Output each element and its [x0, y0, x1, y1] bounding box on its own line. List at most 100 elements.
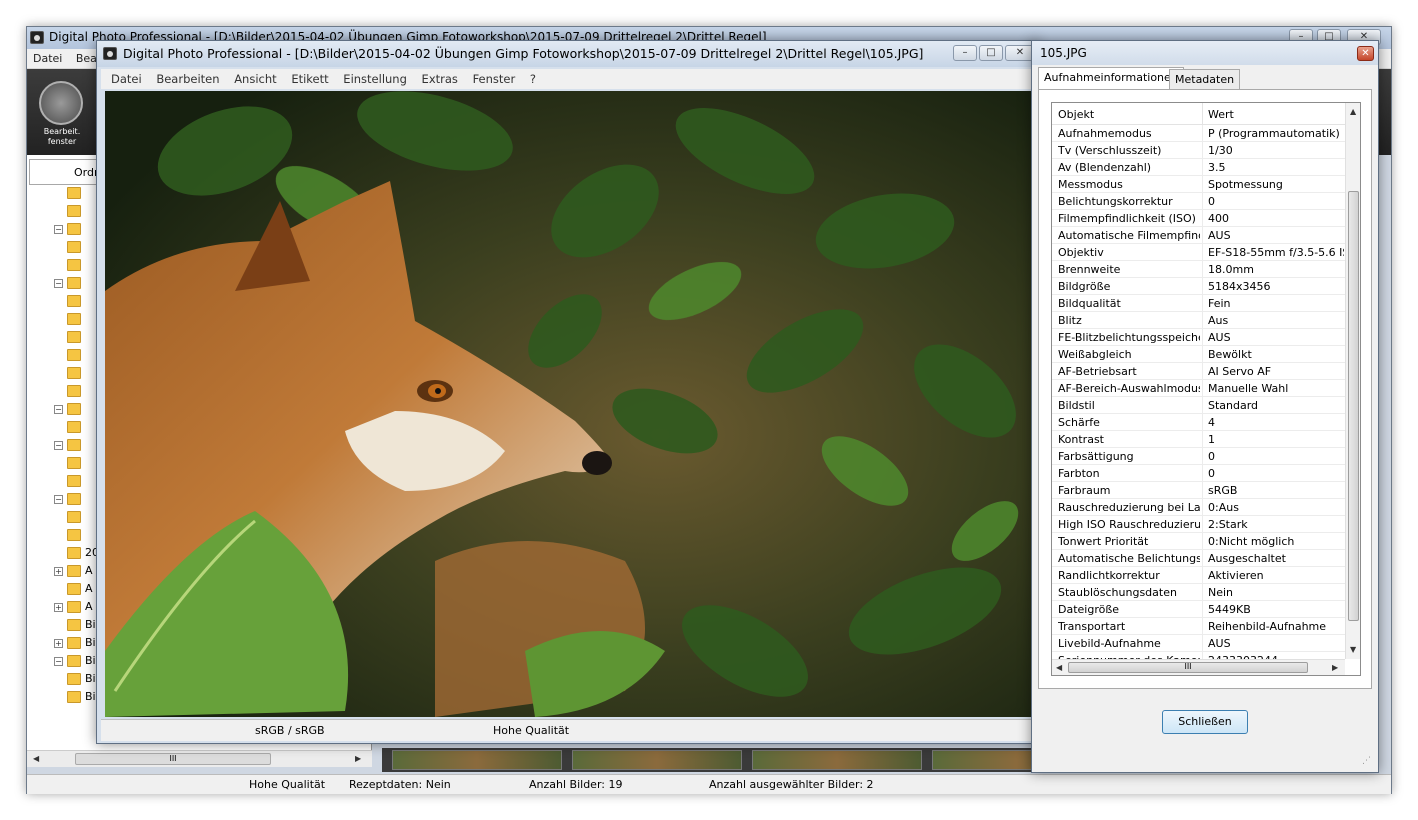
table-row[interactable]: Aufnahmemodus P (Programmautomatik)	[1052, 125, 1345, 142]
viewer-title: Digital Photo Professional - [D:\Bilder\…	[97, 41, 1037, 67]
row-object: FE-Blitzbelichtungsspeicher...	[1058, 331, 1200, 344]
thumbnail[interactable]	[752, 750, 922, 770]
table-row[interactable]: Objektiv EF-S18-55mm f/3.5-5.6 IS I	[1052, 244, 1345, 261]
expand-icon[interactable]: −	[54, 279, 63, 288]
thumbnail[interactable]	[572, 750, 742, 770]
folder-label: Bi	[85, 690, 96, 703]
folder-label: A	[85, 600, 93, 613]
table-row[interactable]: Bildgröße 5184x3456	[1052, 278, 1345, 295]
table-row[interactable]: Dateigröße 5449KB	[1052, 601, 1345, 618]
menu-help[interactable]: ?	[530, 72, 536, 86]
row-object: Tonwert Priorität	[1058, 535, 1149, 548]
row-value: AUS	[1208, 331, 1231, 344]
row-value: AUS	[1208, 637, 1231, 650]
menu-einstellung[interactable]: Einstellung	[343, 72, 407, 86]
info-hscrollbar[interactable]: ◀ III ▶	[1052, 659, 1345, 675]
row-object: Av (Blendenzahl)	[1058, 161, 1152, 174]
close-button[interactable]: Schließen	[1162, 710, 1248, 734]
menu-datei[interactable]: Datei	[111, 72, 142, 86]
row-object: Farbton	[1058, 467, 1100, 480]
row-value: 0:Aus	[1208, 501, 1239, 514]
scroll-right-arrow[interactable]: ▶	[1332, 663, 1338, 672]
table-row[interactable]: Randlichtkorrektur Aktivieren	[1052, 567, 1345, 584]
column-header-value[interactable]: Wert	[1208, 108, 1234, 121]
table-row[interactable]: Transportart Reihenbild-Aufnahme	[1052, 618, 1345, 635]
vscroll-thumb[interactable]	[1348, 191, 1359, 621]
row-value: Aus	[1208, 314, 1229, 327]
row-value: 18.0mm	[1208, 263, 1254, 276]
menu-etikett[interactable]: Etikett	[291, 72, 328, 86]
row-object: Tv (Verschlusszeit)	[1058, 144, 1162, 157]
table-row[interactable]: Farbsättigung 0	[1052, 448, 1345, 465]
menu-bearbeiten[interactable]: Bea	[76, 52, 97, 65]
table-row[interactable]: Blitz Aus	[1052, 312, 1345, 329]
table-row[interactable]: Farbton 0	[1052, 465, 1345, 482]
menu-ansicht[interactable]: Ansicht	[234, 72, 276, 86]
expand-icon[interactable]: −	[54, 441, 63, 450]
folder-label: A	[85, 582, 93, 595]
folder-hscrollbar[interactable]: ◀ III ▶	[27, 750, 372, 767]
scroll-down-arrow[interactable]: ▼	[1350, 645, 1356, 654]
scroll-left-arrow[interactable]: ◀	[1056, 663, 1062, 672]
row-value: Bewölkt	[1208, 348, 1252, 361]
table-row[interactable]: High ISO Rauschreduzierung 2:Stark	[1052, 516, 1345, 533]
row-value: P (Programmautomatik)	[1208, 127, 1340, 140]
table-row[interactable]: Bildqualität Fein	[1052, 295, 1345, 312]
table-row[interactable]: Bildstil Standard	[1052, 397, 1345, 414]
folder-icon	[67, 421, 81, 433]
tab-metadata[interactable]: Metadaten	[1169, 69, 1241, 89]
folder-icon	[67, 295, 81, 307]
folder-icon	[67, 565, 81, 577]
expand-icon[interactable]: +	[54, 567, 63, 576]
table-row[interactable]: FE-Blitzbelichtungsspeicher... AUS	[1052, 329, 1345, 346]
table-row[interactable]: Belichtungskorrektur 0	[1052, 193, 1345, 210]
viewer-minimize-button[interactable]: –	[953, 45, 977, 61]
expand-icon[interactable]: −	[54, 657, 63, 666]
folder-icon	[67, 619, 81, 631]
table-row[interactable]: Filmempfindlichkeit (ISO) 400	[1052, 210, 1345, 227]
table-row[interactable]: Brennweite 18.0mm	[1052, 261, 1345, 278]
menu-bearbeiten[interactable]: Bearbeiten	[156, 72, 219, 86]
scroll-left-arrow[interactable]: ◀	[33, 754, 39, 763]
table-row[interactable]: Automatische Belichtungso... Ausgeschalte…	[1052, 550, 1345, 567]
resize-grip-icon[interactable]: ⋰	[1362, 756, 1376, 770]
table-row[interactable]: AF-Bereich-Auswahlmodus Manuelle Wahl	[1052, 380, 1345, 397]
viewer-maximize-button[interactable]: □	[979, 45, 1003, 61]
tab-shooting-info[interactable]: Aufnahmeinformationen	[1038, 67, 1184, 90]
expand-icon[interactable]: −	[54, 225, 63, 234]
folder-hscroll-thumb[interactable]: III	[75, 753, 271, 765]
expand-icon[interactable]: −	[54, 495, 63, 504]
expand-icon[interactable]: −	[54, 405, 63, 414]
menu-datei[interactable]: Datei	[33, 52, 62, 65]
menu-extras[interactable]: Extras	[422, 72, 458, 86]
table-row[interactable]: Staublöschungsdaten Nein	[1052, 584, 1345, 601]
expand-icon[interactable]: +	[54, 639, 63, 648]
folder-icon	[67, 241, 81, 253]
thumbnail[interactable]	[392, 750, 562, 770]
table-row[interactable]: Tv (Verschlusszeit) 1/30	[1052, 142, 1345, 159]
table-row[interactable]: Automatische Filmempfindli... AUS	[1052, 227, 1345, 244]
table-row[interactable]: Kontrast 1	[1052, 431, 1345, 448]
table-row[interactable]: AF-Betriebsart AI Servo AF	[1052, 363, 1345, 380]
table-row[interactable]: Tonwert Priorität 0:Nicht möglich	[1052, 533, 1345, 550]
table-row[interactable]: Weißabgleich Bewölkt	[1052, 346, 1345, 363]
table-row[interactable]: Schärfe 4	[1052, 414, 1345, 431]
scroll-up-arrow[interactable]: ▲	[1350, 107, 1356, 116]
info-vscrollbar[interactable]: ▲ ▼	[1345, 103, 1360, 659]
edit-window-label: Bearbeit. fenster	[43, 127, 81, 146]
table-row[interactable]: Rauschreduzierung bei Lan... 0:Aus	[1052, 499, 1345, 516]
table-row[interactable]: Av (Blendenzahl) 3.5	[1052, 159, 1345, 176]
folder-icon	[67, 349, 81, 361]
hscroll-thumb[interactable]: III	[1068, 662, 1308, 673]
edit-window-button[interactable]	[39, 81, 83, 125]
scroll-right-arrow[interactable]: ▶	[355, 754, 361, 763]
table-row[interactable]: Messmodus Spotmessung	[1052, 176, 1345, 193]
table-row[interactable]: Livebild-Aufnahme AUS	[1052, 635, 1345, 652]
dialog-close-icon[interactable]: ✕	[1357, 46, 1374, 61]
folder-icon	[67, 673, 81, 685]
table-row[interactable]: Farbraum sRGB	[1052, 482, 1345, 499]
status-quality: Hohe Qualität	[249, 778, 326, 791]
expand-icon[interactable]: +	[54, 603, 63, 612]
menu-fenster[interactable]: Fenster	[473, 72, 516, 86]
column-header-object[interactable]: Objekt	[1058, 108, 1094, 121]
